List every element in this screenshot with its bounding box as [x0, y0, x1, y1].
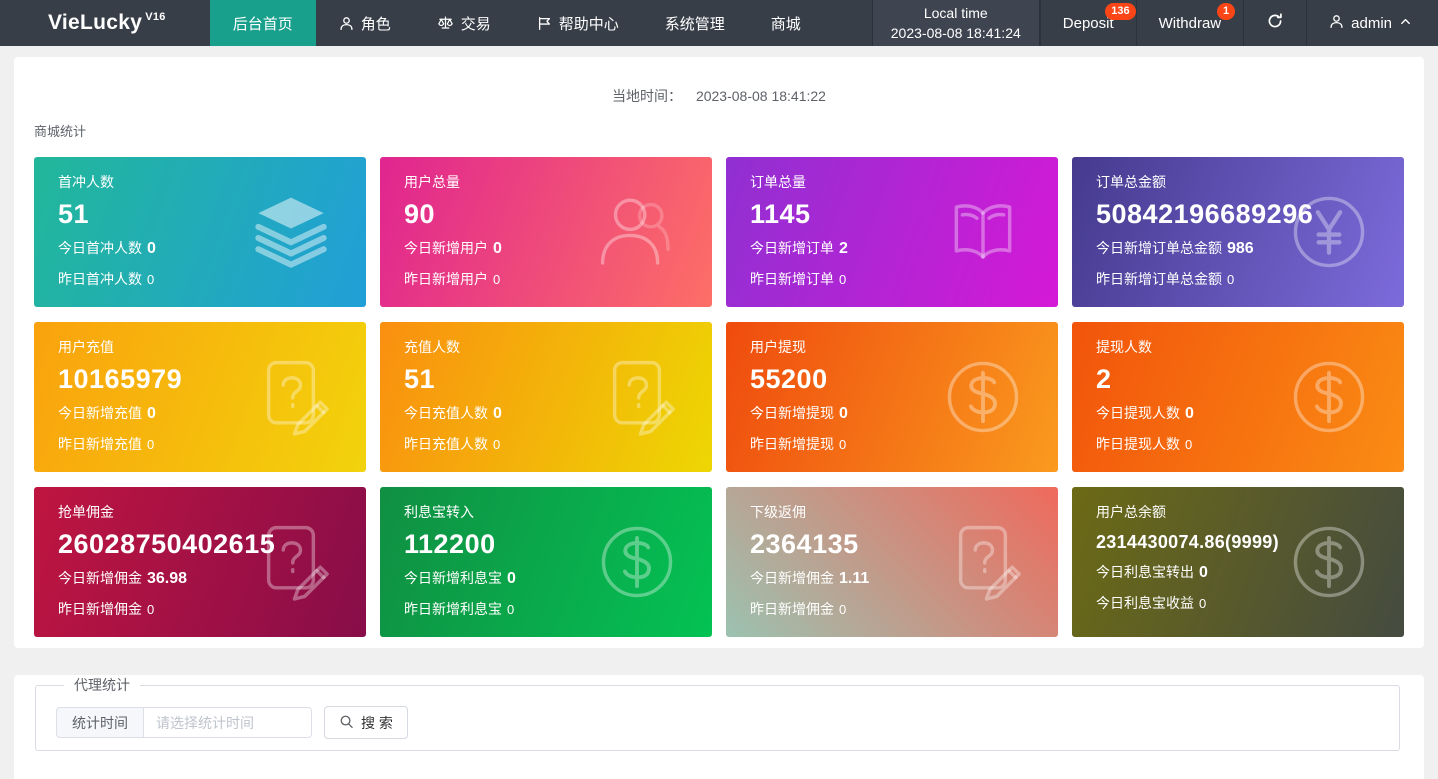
local-time-label: Local time — [924, 3, 988, 23]
agent-stats-fieldset: 代理统计 统计时间 搜 索 — [35, 675, 1400, 751]
stat-card: 下级返佣2364135今日新增佣金1.11昨日新增佣金0 — [726, 487, 1058, 637]
yen-circle-icon — [1286, 189, 1372, 275]
doc-question-icon — [594, 354, 680, 440]
layers-icon — [248, 189, 334, 275]
deposit-badge: 136 — [1105, 3, 1135, 20]
nav-item-label: 角色 — [361, 13, 391, 34]
nav-item-dashboard[interactable]: 后台首页 — [210, 0, 316, 46]
page-local-time-value: 2023-08-08 18:41:22 — [696, 88, 826, 104]
scales-icon — [437, 15, 454, 31]
stats-grid: 首冲人数51今日首冲人数0昨日首冲人数0用户总量90今日新增用户0昨日新增用户0… — [34, 157, 1404, 637]
nav-item-mall[interactable]: 商城 — [748, 0, 824, 46]
search-icon — [339, 714, 354, 732]
stat-card: 用户总余额2314430074.86(9999)今日利息宝转出0今日利息宝收益0 — [1072, 487, 1404, 637]
username: admin — [1351, 15, 1392, 32]
stat-card: 充值人数51今日充值人数0昨日充值人数0 — [380, 322, 712, 472]
brand-version: V16 — [145, 11, 165, 23]
user-icon — [339, 16, 354, 31]
refresh-icon — [1266, 12, 1284, 34]
fieldset-legend: 代理统计 — [64, 675, 140, 695]
stat-card: 用户充值10165979今日新增充值0昨日新增充值0 — [34, 322, 366, 472]
dollar-circle-icon — [594, 519, 680, 605]
brand-logo[interactable]: VieLuckyV16 — [0, 0, 210, 46]
deposit-label: Deposit — [1063, 15, 1114, 32]
user-icon — [1329, 14, 1344, 33]
local-time-cell: Local time 2023-08-08 18:41:24 — [872, 0, 1040, 46]
nav-item-help-center[interactable]: 帮助中心 — [514, 0, 642, 46]
main-menu: 后台首页 角色 交易 帮助中心 系统管理 商城 — [210, 0, 824, 46]
stat-card: 订单总金额50842196689296今日新增订单总金额986昨日新增订单总金额… — [1072, 157, 1404, 307]
search-button-label: 搜 索 — [361, 713, 393, 733]
page-local-time-label: 当地时间： — [612, 88, 682, 104]
brand-name: VieLucky — [48, 11, 142, 35]
dollar-circle-icon — [1286, 354, 1372, 440]
stat-card: 首冲人数51今日首冲人数0昨日首冲人数0 — [34, 157, 366, 307]
stat-time-label: 统计时间 — [56, 707, 143, 738]
stat-card: 抢单佣金26028750402615今日新增佣金36.98昨日新增佣金0 — [34, 487, 366, 637]
section-title: 商城统计 — [34, 121, 1424, 140]
stat-card: 用户总量90今日新增用户0昨日新增用户0 — [380, 157, 712, 307]
stat-card: 订单总量1145今日新增订单2昨日新增订单0 — [726, 157, 1058, 307]
local-time-value: 2023-08-08 18:41:24 — [891, 23, 1021, 43]
dollar-circle-icon — [940, 354, 1026, 440]
chevron-up-icon — [1399, 15, 1412, 32]
nav-item-label: 商城 — [771, 13, 801, 34]
stat-card: 提现人数2今日提现人数0昨日提现人数0 — [1072, 322, 1404, 472]
nav-item-roles[interactable]: 角色 — [316, 0, 414, 46]
withdraw-badge: 1 — [1217, 3, 1235, 20]
doc-question-icon — [248, 354, 334, 440]
stat-time-filter: 统计时间 — [56, 707, 312, 738]
deposit-button[interactable]: Deposit 136 — [1040, 0, 1136, 46]
dollar-circle-icon — [1286, 519, 1372, 605]
shop-stats-panel: 当地时间： 2023-08-08 18:41:22 商城统计 首冲人数51今日首… — [14, 57, 1424, 648]
main-content: 当地时间： 2023-08-08 18:41:22 商城统计 首冲人数51今日首… — [0, 57, 1438, 779]
stat-card: 利息宝转入112200今日新增利息宝0昨日新增利息宝0 — [380, 487, 712, 637]
nav-item-label: 后台首页 — [233, 13, 293, 34]
nav-item-label: 系统管理 — [665, 13, 725, 34]
nav-item-trade[interactable]: 交易 — [414, 0, 514, 46]
refresh-button[interactable] — [1243, 0, 1306, 46]
book-open-icon — [940, 189, 1026, 275]
navbar-right: Local time 2023-08-08 18:41:24 Deposit 1… — [872, 0, 1438, 46]
nav-item-label: 帮助中心 — [559, 13, 619, 34]
stat-card: 用户提现55200今日新增提现0昨日新增提现0 — [726, 322, 1058, 472]
nav-item-label: 交易 — [461, 13, 491, 34]
user-menu[interactable]: admin — [1306, 0, 1438, 46]
top-navbar: VieLuckyV16 后台首页 角色 交易 帮助中心 系统管理 商城 Loca… — [0, 0, 1438, 46]
doc-question-icon — [940, 519, 1026, 605]
flag-icon — [537, 16, 552, 31]
search-button[interactable]: 搜 索 — [324, 706, 408, 739]
page-local-time: 当地时间： 2023-08-08 18:41:22 — [14, 57, 1424, 106]
withdraw-label: Withdraw — [1159, 15, 1222, 32]
withdraw-button[interactable]: Withdraw 1 — [1136, 0, 1244, 46]
users-icon — [594, 189, 680, 275]
agent-filter-row: 统计时间 搜 索 — [56, 706, 1399, 739]
nav-item-system[interactable]: 系统管理 — [642, 0, 748, 46]
doc-question-icon — [248, 519, 334, 605]
stat-time-input[interactable] — [143, 707, 312, 738]
agent-stats-panel: 代理统计 统计时间 搜 索 — [14, 675, 1424, 779]
